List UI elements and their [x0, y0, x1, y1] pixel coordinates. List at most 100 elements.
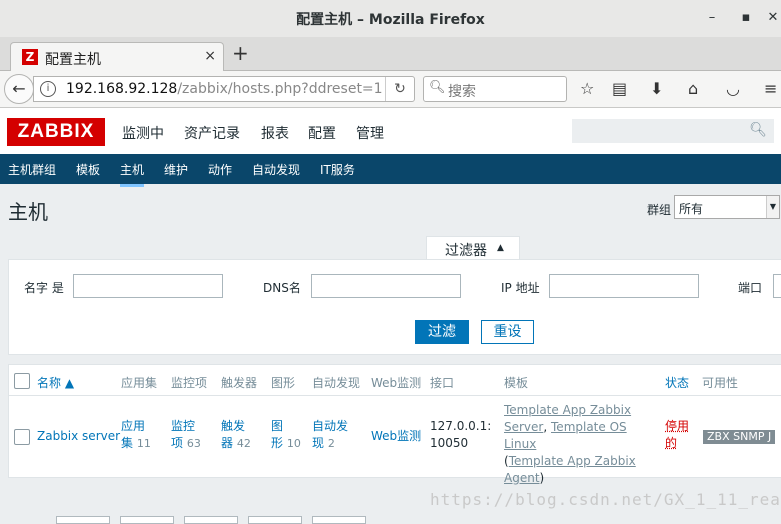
items-link[interactable]: 监控 项 63	[171, 418, 201, 452]
navigation-bar: ← i 192.168.92.128/zabbix/hosts.php?ddre…	[0, 71, 781, 108]
bottom-buttons	[56, 516, 396, 524]
filter-name-input[interactable]	[73, 274, 223, 298]
col-name[interactable]: 名称 ▲	[37, 374, 74, 391]
reading-list-icon[interactable]: ▤	[612, 79, 627, 98]
new-tab-button[interactable]: +	[232, 41, 249, 65]
filter-tab-label: 过滤器	[445, 243, 487, 259]
submenu-discovery[interactable]: 自动发现	[252, 161, 300, 178]
reset-filter-button[interactable]: 重设	[481, 320, 534, 344]
zabbix-search-input[interactable]: 🔍︎	[572, 119, 774, 143]
submenu-actions[interactable]: 动作	[208, 161, 232, 178]
chevron-down-icon: ▼	[766, 196, 779, 218]
maximize-button[interactable]: ▪	[736, 8, 756, 28]
back-button[interactable]: ←	[4, 74, 34, 104]
tab-title: 配置主机	[45, 52, 101, 68]
menu-configuration[interactable]: 配置	[308, 123, 336, 143]
bookmark-star-icon[interactable]: ☆	[580, 79, 594, 98]
download-icon[interactable]: ⬇	[650, 79, 663, 98]
col-graphs: 图形	[271, 376, 296, 390]
bottom-button[interactable]	[120, 516, 174, 524]
zabbix-logo[interactable]: ZABBIX	[7, 118, 105, 146]
back-arrow-icon: ←	[12, 79, 26, 98]
url-text[interactable]: 192.168.92.128/zabbix/hosts.php?ddreset=…	[66, 81, 383, 97]
col-applications: 应用集	[121, 376, 158, 390]
filter-port-label: 端口	[738, 281, 763, 295]
triggers-link[interactable]: 触发 器 42	[221, 418, 251, 452]
submenu-templates[interactable]: 模板	[76, 161, 100, 178]
url-bar[interactable]: i 192.168.92.128/zabbix/hosts.php?ddrese…	[33, 76, 415, 102]
search-icon: 🔍︎	[429, 80, 446, 95]
discovery-link[interactable]: 自动发 现 2	[312, 418, 348, 452]
filter-panel: 名字 是 DNS名 IP 地址 端口 过滤 重设	[8, 259, 781, 355]
page-title: 主机	[8, 200, 48, 224]
pocket-icon[interactable]: ◡	[726, 79, 740, 98]
url-host: 192.168.92.128	[66, 81, 178, 97]
bottom-button[interactable]	[312, 516, 366, 524]
bottom-button[interactable]	[56, 516, 110, 524]
col-templates: 模板	[504, 376, 529, 390]
bottom-button[interactable]	[248, 516, 302, 524]
group-select[interactable]: 所有 ▼	[674, 195, 780, 219]
select-all-checkbox[interactable]	[14, 373, 30, 389]
browser-tab[interactable]: Z 配置主机 ×	[10, 42, 224, 72]
group-label: 群组	[647, 203, 672, 217]
status-link[interactable]: 停用 的	[665, 418, 689, 452]
window-titlebar: 配置主机 – Mozilla Firefox – ▪ ✕	[0, 0, 781, 38]
templates-cell: Template App Zabbix Server, Template OS …	[504, 403, 636, 485]
info-icon[interactable]: i	[40, 81, 56, 97]
group-select-value: 所有	[679, 202, 704, 216]
hosts-table: 名称 ▲ 应用集 监控项 触发器 图形 自动发现 Web监测 接口 模板 状态 …	[8, 364, 781, 485]
window-title: 配置主机 – Mozilla Firefox	[296, 12, 485, 28]
home-icon[interactable]: ⌂	[688, 79, 698, 98]
filter-ip-input[interactable]	[549, 274, 699, 298]
graphs-link[interactable]: 图 形 10	[271, 418, 301, 452]
submenu-host-groups[interactable]: 主机群组	[8, 161, 56, 178]
bottom-button[interactable]	[184, 516, 238, 524]
menu-administration[interactable]: 管理	[356, 123, 384, 143]
col-discovery: 自动发现	[312, 376, 361, 390]
apply-filter-button[interactable]: 过滤	[415, 320, 469, 344]
filter-dns-input[interactable]	[311, 274, 461, 298]
col-status[interactable]: 状态	[665, 374, 689, 391]
browser-search-box[interactable]: 🔍︎ 搜索	[423, 76, 567, 102]
filter-tab[interactable]: 过滤器 ▲	[426, 236, 520, 261]
col-interface: 接口	[430, 376, 455, 390]
availability-badges: ZBX SNMP J	[703, 430, 776, 444]
filter-ip-label: IP 地址	[501, 281, 540, 295]
minimize-button[interactable]: –	[702, 8, 722, 28]
watermark: https://blog.csdn.net/GX_1_11_real	[430, 490, 781, 509]
col-items: 监控项	[171, 376, 208, 390]
zabbix-header: ZABBIX 监测中 资产记录 报表 配置 管理 🔍︎	[0, 108, 781, 154]
menu-monitoring[interactable]: 监测中	[122, 123, 164, 143]
menu-reports[interactable]: 报表	[261, 123, 289, 143]
filter-name-label: 名字 是	[24, 281, 64, 295]
submenu-hosts[interactable]: 主机	[120, 161, 145, 187]
filter-dns-label: DNS名	[263, 281, 301, 295]
search-icon[interactable]: 🔍︎	[749, 122, 767, 138]
submenu-maintenance[interactable]: 维护	[164, 161, 188, 178]
header-divider	[9, 395, 781, 396]
template-link[interactable]: Agent	[504, 471, 540, 485]
sub-menu: 主机群组 模板 主机 维护 动作 自动发现 IT服务	[0, 154, 781, 187]
template-link[interactable]: Template App Zabbix	[504, 403, 631, 417]
applications-link[interactable]: 应用 集 11	[121, 418, 151, 452]
search-placeholder: 搜索	[448, 84, 476, 100]
menu-icon[interactable]: ≡	[764, 79, 777, 98]
template-link[interactable]: Template App Zabbix	[509, 454, 636, 468]
submenu-it-services[interactable]: IT服务	[320, 161, 355, 178]
filter-port-input[interactable]	[773, 274, 781, 298]
row-checkbox[interactable]	[14, 429, 30, 445]
web-link[interactable]: Web监测	[371, 428, 421, 445]
template-link[interactable]: Server	[504, 420, 543, 434]
reload-icon[interactable]: ↻	[385, 77, 414, 101]
interface-cell: 127.0.0.1: 10050	[430, 419, 492, 450]
col-availability: 可用性	[702, 376, 739, 390]
col-web: Web监测	[371, 376, 422, 390]
zabbix-favicon-icon: Z	[22, 49, 38, 65]
menu-inventory[interactable]: 资产记录	[184, 123, 240, 143]
tab-strip: Z 配置主机 × +	[0, 37, 781, 72]
caret-up-icon: ▲	[497, 243, 504, 253]
host-name-link[interactable]: Zabbix server	[37, 428, 120, 445]
close-window-button[interactable]: ✕	[763, 8, 781, 28]
tab-close-icon[interactable]: ×	[204, 48, 216, 64]
